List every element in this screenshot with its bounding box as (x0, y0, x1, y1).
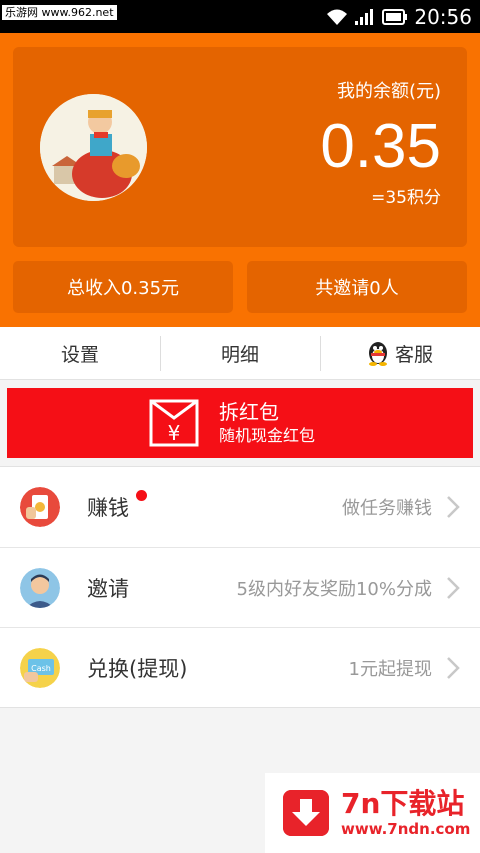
menu-earn-title: 赚钱 (87, 496, 129, 520)
tab-support[interactable]: 客服 (320, 327, 480, 379)
status-icons: 20:56 (326, 0, 472, 33)
menu-row-earn[interactable]: 赚钱 做任务赚钱 (0, 467, 480, 547)
red-packet-subtitle: 随机现金红包 (219, 426, 316, 445)
red-packet-title: 拆红包 (219, 400, 279, 424)
svg-text:Cash: Cash (31, 664, 51, 673)
svg-text:¥: ¥ (168, 421, 181, 445)
menu-row-invite[interactable]: 邀请 5级内好友奖励10%分成 (0, 547, 480, 627)
menu-list: 赚钱 做任务赚钱 邀请 5级内好友奖励10%分成 Cash 兑换(提现) 1元起… (0, 466, 480, 708)
balance-label: 我的余额(元) (336, 81, 441, 102)
menu-earn-hint: 做任务赚钱 (342, 498, 432, 519)
wifi-icon (327, 9, 348, 25)
qq-penguin-icon (368, 342, 387, 366)
balance-amount: 0.35 (320, 112, 441, 181)
download-arrow-icon (283, 790, 329, 836)
total-income-button[interactable]: 总收入0.35元 (13, 261, 233, 313)
menu-exchange-title: 兑换(提现) (87, 656, 188, 681)
watermark-name: 7n下载站 (341, 787, 465, 820)
bottom-watermark: 7n下载站 www.7ndn.com (265, 773, 480, 853)
avatar[interactable] (40, 94, 147, 201)
menu-row-exchange[interactable]: Cash 兑换(提现) 1元起提现 (0, 627, 480, 707)
tab-support-label: 客服 (394, 343, 433, 366)
menu-exchange-hint: 1元起提现 (348, 658, 432, 680)
notification-badge (136, 490, 147, 501)
total-invited-button[interactable]: 共邀请0人 (247, 261, 467, 313)
top-watermark: 乐游网 www.962.net (2, 5, 117, 20)
chevron-right-icon (447, 657, 460, 679)
account-header: 我的余额(元) 0.35 =35积分 总收入0.35元 共邀请0人 (0, 33, 480, 327)
cash-card-icon: Cash (20, 648, 60, 688)
menu-invite-hint: 5级内好友奖励10%分成 (236, 578, 432, 600)
tab-bar: 设置 明细 客服 (0, 327, 480, 380)
menu-invite-title: 邀请 (87, 576, 129, 601)
tab-details-label: 明细 (220, 343, 259, 366)
clock: 20:56 (414, 4, 472, 29)
red-packet-banner[interactable]: ¥ 拆红包 随机现金红包 (7, 388, 473, 458)
tab-settings[interactable]: 设置 (0, 327, 160, 379)
chevron-right-icon (447, 577, 460, 599)
phone-earn-icon (20, 487, 60, 527)
watermark-text: 7n下载站 www.7ndn.com (341, 787, 471, 839)
red-envelope-yen-icon: ¥ (149, 399, 199, 447)
points-value: =35积分 (371, 188, 441, 208)
person-avatar-icon (20, 568, 60, 608)
signal-icon (355, 8, 374, 25)
status-bar: 乐游网 www.962.net 20:56 (0, 0, 480, 33)
tab-settings-label: 设置 (60, 343, 99, 366)
tab-details[interactable]: 明细 (160, 327, 320, 379)
red-packet-text: 拆红包 随机现金红包 (219, 399, 315, 447)
balance-card: 我的余额(元) 0.35 =35积分 (13, 47, 467, 247)
chevron-right-icon (447, 496, 460, 518)
battery-icon (382, 8, 408, 25)
watermark-url: www.7ndn.com (341, 820, 471, 838)
avatar-illustration (40, 94, 147, 201)
